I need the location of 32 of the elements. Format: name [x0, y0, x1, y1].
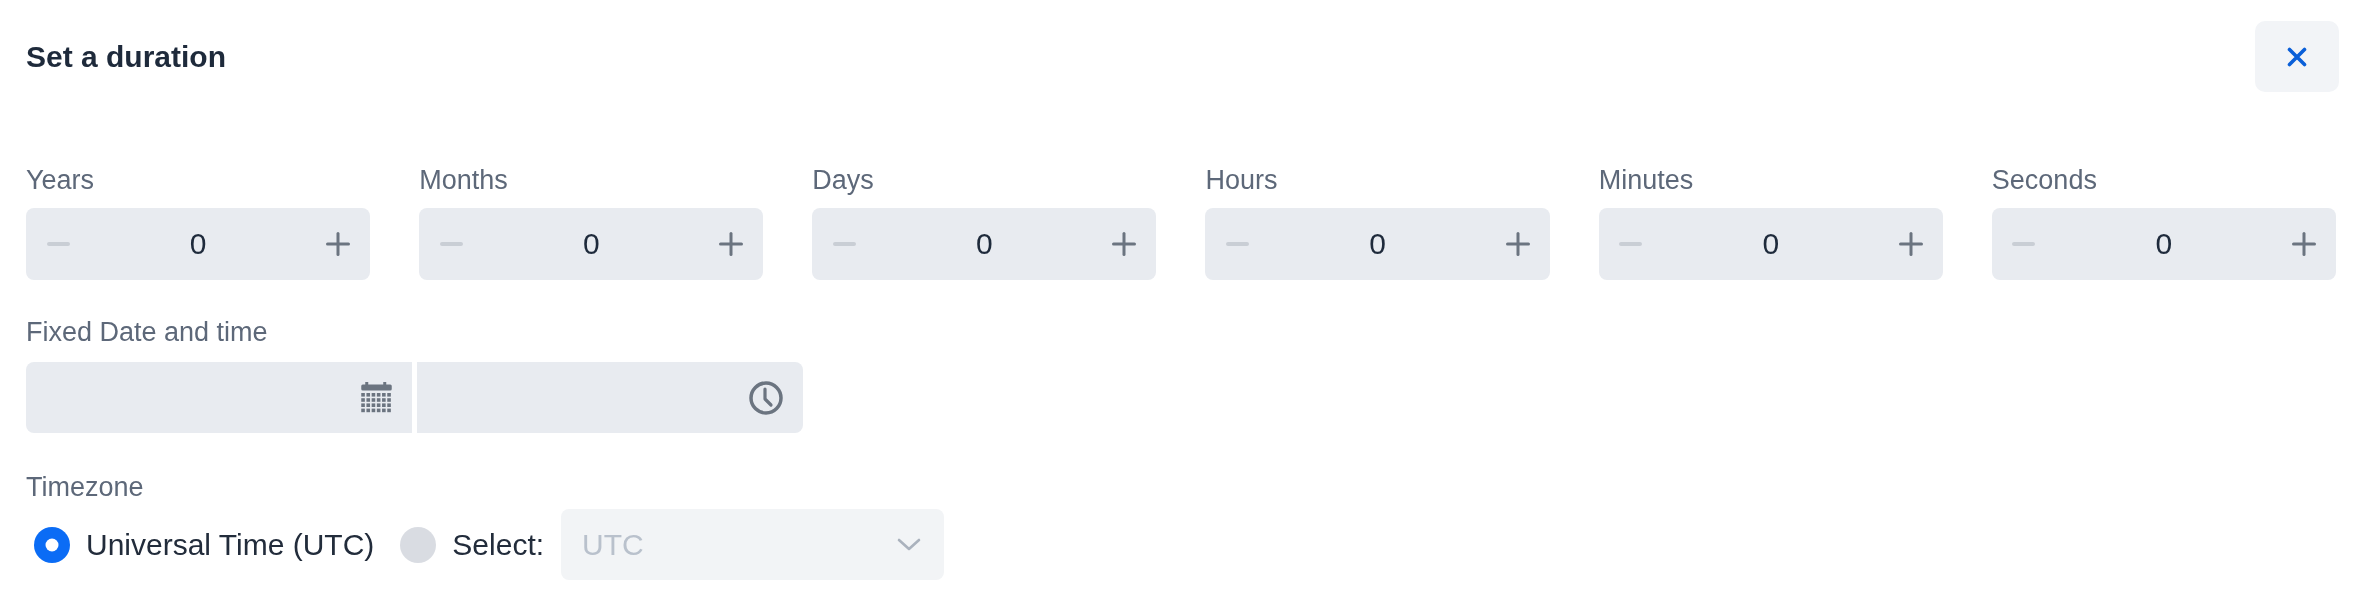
stepper-value[interactable]: 0 — [189, 226, 207, 262]
chevron-down-icon — [897, 538, 922, 551]
time-field[interactable] — [417, 362, 803, 433]
stepper-value[interactable]: 0 — [1369, 226, 1386, 262]
field-label: Fixed Date and time — [26, 316, 268, 348]
field-label: Timezone — [26, 471, 144, 503]
stepper-value[interactable]: 0 — [1762, 226, 1780, 262]
radio-label[interactable]: Universal Time (UTC) — [86, 526, 375, 563]
calendar-icon — [361, 381, 392, 414]
plus-icon — [1505, 232, 1530, 256]
radio-button[interactable] — [34, 526, 70, 563]
stepper-value[interactable]: 0 — [2155, 226, 2173, 262]
field-label: Minutes — [1598, 164, 1694, 196]
field-label: Years — [26, 164, 95, 196]
field-label: Days — [812, 164, 874, 196]
close-button[interactable] — [2255, 21, 2339, 92]
radio-label[interactable]: Select: — [452, 526, 545, 563]
stepper-value[interactable]: 0 — [582, 226, 600, 262]
field-label: Months — [419, 164, 508, 196]
close-icon — [2287, 46, 2307, 67]
plus-icon — [326, 232, 351, 256]
field-label: Hours — [1205, 164, 1278, 196]
date-field[interactable] — [26, 362, 412, 433]
radio-button[interactable] — [400, 526, 437, 563]
stepper-value[interactable]: 0 — [976, 226, 993, 262]
plus-icon — [2292, 232, 2316, 256]
plus-icon — [1898, 232, 1923, 256]
plus-icon — [719, 232, 744, 256]
field-label: Seconds — [1991, 164, 2097, 196]
clock-icon — [749, 380, 783, 415]
plus-icon — [1112, 232, 1137, 256]
dialog-title: Set a duration — [26, 38, 227, 75]
